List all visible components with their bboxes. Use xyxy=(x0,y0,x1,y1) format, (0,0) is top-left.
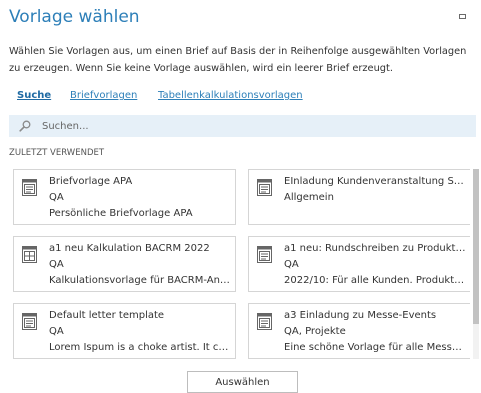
minimize-icon[interactable] xyxy=(459,14,466,19)
document-template-icon xyxy=(22,179,37,196)
tab-letter-templates[interactable]: Briefvorlagen xyxy=(70,90,137,101)
template-title: EInladung Kundenveranstaltung Sommer xyxy=(284,176,466,187)
template-description: Persönliche Briefvorlage APA xyxy=(49,208,193,219)
template-description: Kalkulationsvorlage für BACRM-Angebote xyxy=(49,275,231,286)
template-category: QA xyxy=(284,259,299,270)
template-category: QA, Projekte xyxy=(284,326,346,337)
tab-search[interactable]: Suche xyxy=(17,90,51,101)
scrollbar-thumb[interactable] xyxy=(473,169,479,324)
template-card[interactable]: a1 neu Kalkulation BACRM 2022 QA Kalkula… xyxy=(13,236,236,292)
search-input[interactable] xyxy=(42,118,462,134)
template-grid: Briefvorlage APA QA Persönliche Briefvor… xyxy=(13,169,470,359)
template-title: Default letter template xyxy=(49,310,165,321)
template-category: QA xyxy=(49,259,64,270)
template-list-scrollbar[interactable] xyxy=(473,169,479,359)
template-title: a1 neu: Rundschreiben zu Produktneuheite… xyxy=(284,243,466,254)
search-icon xyxy=(19,120,31,132)
template-title: a3 Einladung zu Messe-Events xyxy=(284,310,437,321)
dialog-description: Wählen Sie Vorlagen aus, um einen Brief … xyxy=(9,46,467,74)
template-category: QA xyxy=(49,192,64,203)
document-template-icon xyxy=(257,246,272,263)
template-title: Briefvorlage APA xyxy=(49,176,133,187)
document-template-icon xyxy=(257,313,272,330)
document-template-icon xyxy=(22,313,37,330)
template-description: Lorem Ispum is a choke artist. It chokes xyxy=(49,342,231,353)
template-card[interactable]: Default letter template QA Lorem Ispum i… xyxy=(13,303,236,359)
template-card[interactable]: EInladung Kundenveranstaltung Sommer All… xyxy=(248,169,470,225)
document-template-icon xyxy=(257,179,272,196)
spreadsheet-template-icon xyxy=(22,246,37,263)
template-category: Allgemein xyxy=(284,192,334,203)
template-description: Eine schöne Vorlage für alle Messe-Event… xyxy=(284,342,466,353)
template-title: a1 neu Kalkulation BACRM 2022 xyxy=(49,243,210,254)
template-card[interactable]: Briefvorlage APA QA Persönliche Briefvor… xyxy=(13,169,236,225)
template-card[interactable]: a3 Einladung zu Messe-Events QA, Projekt… xyxy=(248,303,470,359)
search-box[interactable] xyxy=(9,115,476,137)
template-description: 2022/10: Für alle Kunden. Produktneuheit… xyxy=(284,275,466,286)
recently-used-label: ZULETZT VERWENDET xyxy=(9,148,105,158)
template-card[interactable]: a1 neu: Rundschreiben zu Produktneuheite… xyxy=(248,236,470,292)
template-category: QA xyxy=(49,326,64,337)
tab-spreadsheet-templates[interactable]: Tabellenkalkulationsvorlagen xyxy=(158,90,303,101)
dialog-title: Vorlage wählen xyxy=(9,7,140,27)
